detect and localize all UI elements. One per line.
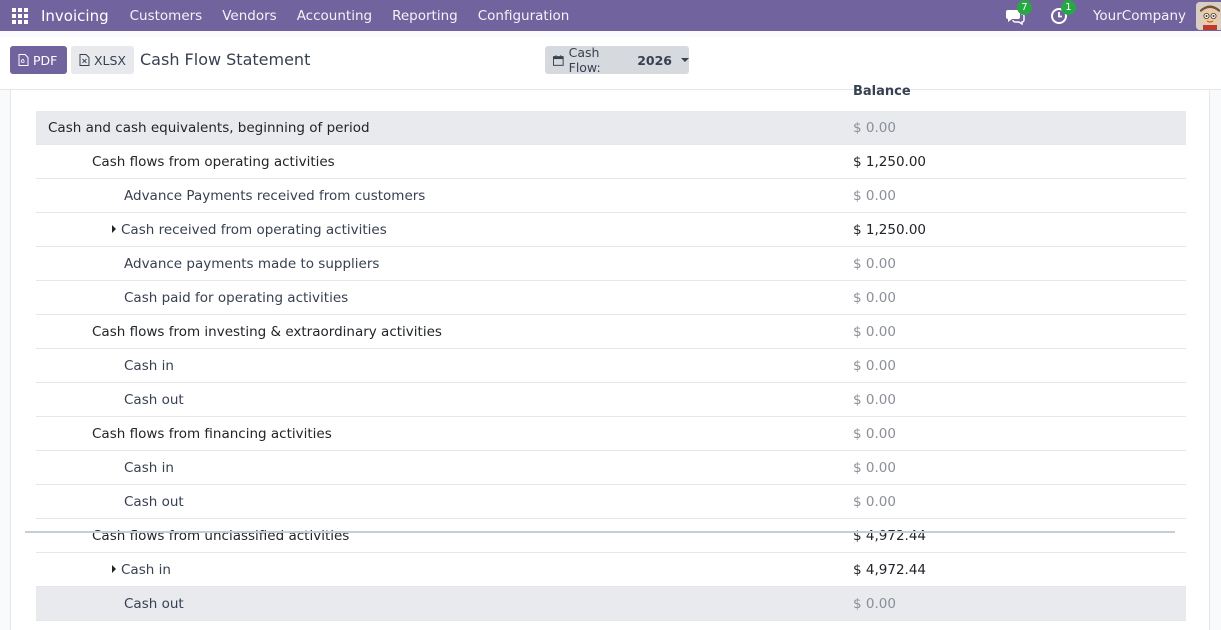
company-switcher[interactable]: YourCompany — [1093, 8, 1186, 24]
file-pdf-icon — [18, 54, 29, 66]
row-label: Cash paid for operating activities — [124, 290, 349, 306]
row-label: Cash flows from financing activities — [92, 426, 332, 442]
report-row[interactable]: Cash out $ 0.00 — [36, 383, 1186, 417]
report-row[interactable]: Cash flows from unclassified activities … — [36, 519, 1186, 553]
report-row[interactable]: Cash out $ 0.00 — [36, 485, 1186, 519]
report-row[interactable]: Advance payments made to suppliers $ 0.0… — [36, 247, 1186, 281]
user-avatar[interactable] — [1196, 1, 1221, 30]
control-panel: PDF XLSX Cash Flow Statement Cash Flow: … — [0, 37, 1221, 90]
row-amount: $ 0.00 — [853, 460, 896, 476]
row-amount: $ 0.00 — [853, 426, 896, 442]
row-label: Cash received from operating activities — [121, 222, 387, 238]
report-row[interactable]: Cash and cash equivalents, beginning of … — [36, 111, 1186, 145]
report-row[interactable]: Cash received from operating activities … — [36, 213, 1186, 247]
report-row[interactable]: Cash paid for operating activities $ 0.0… — [36, 281, 1186, 315]
row-label: Cash out — [124, 392, 184, 408]
report-rows: Cash and cash equivalents, beginning of … — [36, 111, 1186, 621]
row-label: Cash in — [124, 460, 174, 476]
page-title: Cash Flow Statement — [140, 50, 311, 69]
row-label: Cash out — [124, 596, 184, 612]
row-amount: $ 0.00 — [853, 358, 896, 374]
report-row[interactable]: Cash flows from investing & extraordinar… — [36, 315, 1186, 349]
filter-value: 2026 — [637, 52, 672, 68]
top-navbar: Invoicing Customers Vendors Accounting R… — [0, 0, 1221, 31]
row-label: Cash flows from investing & extraordinar… — [92, 324, 442, 340]
systray: 7 1 YourCompany — [1005, 0, 1221, 31]
report-row[interactable]: Cash in $ 4,972.44 — [36, 553, 1186, 587]
row-label: Advance payments made to suppliers — [124, 256, 380, 272]
row-amount: $ 1,250.00 — [853, 154, 926, 170]
messages-button[interactable]: 7 — [1005, 0, 1032, 26]
report-row[interactable]: Cash flows from operating activities $ 1… — [36, 145, 1186, 179]
caret-right-icon[interactable] — [112, 565, 116, 573]
row-amount: $ 4,972.44 — [853, 562, 926, 578]
row-label: Cash and cash equivalents, beginning of … — [48, 120, 370, 136]
menu-vendors[interactable]: Vendors — [222, 8, 276, 24]
report-row[interactable]: Cash out $ 0.00 — [36, 587, 1186, 621]
report-bottom-border — [25, 531, 1175, 533]
xlsx-label: XLSX — [93, 52, 126, 68]
main-menu: Customers Vendors Accounting Reporting C… — [118, 8, 578, 24]
report-sheet: Balance Cash and cash equivalents, begin… — [10, 84, 1210, 630]
calendar-icon — [553, 54, 564, 66]
row-amount: $ 1,250.00 — [853, 222, 926, 238]
row-label: Cash in — [121, 562, 171, 578]
xlsx-button[interactable]: XLSX — [71, 46, 134, 74]
report-row[interactable]: Cash flows from financing activities $ 0… — [36, 417, 1186, 451]
row-amount: $ 0.00 — [853, 392, 896, 408]
filter-prefix: Cash Flow: — [568, 45, 601, 75]
row-amount: $ 0.00 — [853, 188, 896, 204]
row-label: Advance Payments received from customers — [124, 188, 426, 204]
menu-accounting[interactable]: Accounting — [297, 8, 372, 24]
app-name[interactable]: Invoicing — [41, 7, 109, 25]
caret-right-icon[interactable] — [112, 225, 116, 233]
activities-button[interactable]: 1 — [1049, 0, 1076, 26]
row-amount: $ 0.00 — [853, 596, 896, 612]
date-filter-dropdown[interactable]: Cash Flow: 2026 — [545, 45, 689, 75]
menu-configuration[interactable]: Configuration — [478, 8, 570, 24]
report-row[interactable]: Cash in $ 0.00 — [36, 349, 1186, 383]
row-amount: $ 0.00 — [853, 494, 896, 510]
row-label-wrap[interactable]: Cash in — [112, 562, 171, 578]
row-label-wrap[interactable]: Cash received from operating activities — [112, 222, 387, 238]
balance-column-header: Balance — [853, 84, 911, 99]
activities-badge: 1 — [1060, 0, 1076, 15]
file-excel-icon — [79, 54, 90, 66]
menu-reporting[interactable]: Reporting — [392, 8, 458, 24]
row-amount: $ 0.00 — [853, 324, 896, 340]
menu-customers[interactable]: Customers — [130, 8, 203, 24]
report-row[interactable]: Cash in $ 0.00 — [36, 451, 1186, 485]
row-label: Cash in — [124, 358, 174, 374]
avatar-icon — [1196, 1, 1221, 30]
row-amount: $ 0.00 — [853, 290, 896, 306]
row-label: Cash flows from operating activities — [92, 154, 335, 170]
report-row[interactable]: Advance Payments received from customers… — [36, 179, 1186, 213]
row-amount: $ 0.00 — [853, 256, 896, 272]
app-menu-icon[interactable] — [12, 7, 28, 24]
pdf-label: PDF — [33, 52, 58, 68]
chevron-down-icon — [681, 58, 689, 62]
messages-badge: 7 — [1016, 0, 1032, 15]
pdf-button[interactable]: PDF — [10, 46, 67, 74]
row-label: Cash out — [124, 494, 184, 510]
row-amount: $ 0.00 — [853, 120, 896, 136]
